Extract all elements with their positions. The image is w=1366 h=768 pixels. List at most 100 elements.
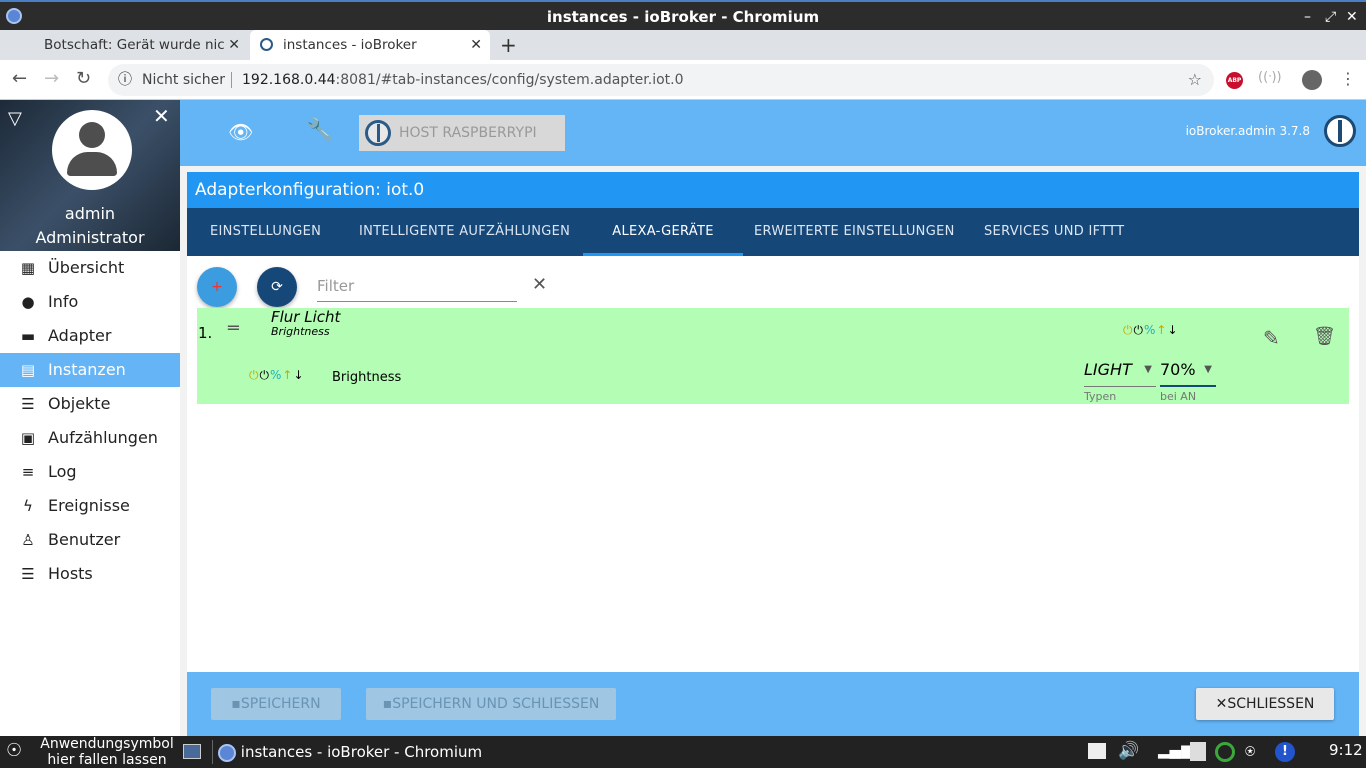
config-tabs: EINSTELLUNGEN INTELLIGENTE AUFZÄHLUNGEN … <box>187 208 1359 256</box>
avatar <box>52 110 132 190</box>
maximize-button[interactable]: ⤢ <box>1325 2 1336 32</box>
back-icon[interactable]: ← <box>12 68 27 89</box>
task-label: instances - ioBroker - Chromium <box>240 743 483 761</box>
bolt-icon: ϟ <box>23 497 33 515</box>
on-level-select[interactable]: 70% ▼ <box>1160 360 1216 387</box>
info-icon[interactable]: ⓘ <box>118 64 132 96</box>
network-icon[interactable]: ▂▄▆ <box>1158 741 1193 759</box>
bookmark-star-icon[interactable]: ☆ <box>1188 64 1202 96</box>
save-button[interactable]: ▪SPEICHERN <box>211 688 341 720</box>
config-title: Adapterkonfiguration: iot.0 <box>187 172 1359 208</box>
sidebar-item-benutzer[interactable]: ♙ Benutzer <box>0 523 180 557</box>
sidebar-item-aufzaehlungen[interactable]: ▣ Aufzählungen <box>0 421 180 455</box>
refresh-button[interactable]: ⟳ <box>257 267 297 307</box>
wrench-icon[interactable]: 🔧 <box>306 118 333 143</box>
edit-pencil-icon[interactable]: ✎ <box>1263 326 1280 350</box>
chromium-icon <box>6 8 22 24</box>
host-selector-button[interactable]: HOST RASPBERRYPI <box>359 115 565 151</box>
collapse-triangle-icon[interactable]: ▽ <box>8 108 22 129</box>
volume-icon[interactable]: 🔊 <box>1118 741 1139 761</box>
tab-services-ifttt[interactable]: SERVICES UND IFTTT <box>984 208 1124 256</box>
wifi-icon[interactable]: ⍟ <box>1245 742 1255 762</box>
minimize-button[interactable]: – <box>1304 2 1311 32</box>
power-off-icon: ⏻ <box>1133 323 1144 337</box>
app-topbar: 👁 🔧 HOST RASPBERRYPI ioBroker.admin 3.7.… <box>180 100 1366 166</box>
power-on-icon: ⏻ <box>249 368 260 382</box>
iobroker-favicon <box>260 38 273 51</box>
tab-close-icon[interactable]: ✕ <box>470 30 482 60</box>
on-level-caption: bei AN <box>1160 390 1197 403</box>
tab-title: Botschaft: Gerät wurde nic <box>44 37 225 53</box>
update-icon[interactable]: ! <box>1275 742 1295 762</box>
close-label: SCHLIESSEN <box>1227 696 1315 712</box>
sidebar-item-objekte[interactable]: ☰ Objekte <box>0 387 180 421</box>
add-device-button[interactable]: + <box>197 267 237 307</box>
sidebar-item-label: Log <box>48 462 77 481</box>
iobroker-logo-icon <box>365 120 391 146</box>
iobroker-logo-icon <box>1324 115 1356 147</box>
drag-handle-icon[interactable]: ═ <box>228 318 239 339</box>
clear-filter-icon[interactable]: ✕ <box>532 274 547 295</box>
sidebar-item-label: Adapter <box>48 326 112 345</box>
capability-icons: ⏻⏻%↑↓ <box>1123 323 1179 338</box>
browser-tab-2[interactable]: instances - ioBroker ✕ <box>250 30 490 60</box>
tab-close-icon[interactable]: ✕ <box>228 30 240 60</box>
sidebar-item-hosts[interactable]: ☰ Hosts <box>0 557 180 591</box>
device-index: 1. <box>198 324 213 342</box>
os-taskbar: ☉ Anwendungsymbol hier fallen lassen ins… <box>0 736 1366 768</box>
tab-title: instances - ioBroker <box>283 37 417 53</box>
taskbar-task-chromium[interactable]: instances - ioBroker - Chromium <box>218 736 482 768</box>
sidebar-item-uebersicht[interactable]: ▦ Übersicht <box>0 251 180 285</box>
tab-intelligente-aufzaehlungen[interactable]: INTELLIGENTE AUFZÄHLUNGEN <box>359 208 570 256</box>
save-close-label: SPEICHERN UND SCHLIESSEN <box>392 696 600 712</box>
adblock-icon[interactable]: ABP <box>1226 72 1243 89</box>
device-subtitle: Brightness <box>271 325 330 338</box>
clipboard-icon[interactable] <box>1190 742 1206 761</box>
new-tab-icon[interactable]: + <box>500 30 517 60</box>
user-role: Administrator <box>35 228 145 247</box>
sidebar-item-adapter[interactable]: ▬ Adapter <box>0 319 180 353</box>
device-row: 1. ═ Flur Licht Brightness ⏻⏻%↑↓ ✎ 🗑 ⏻⏻%… <box>197 308 1349 404</box>
eye-icon[interactable]: 👁 <box>228 120 253 144</box>
tab-alexa-geraete[interactable]: ALEXA-GERÄTE <box>583 208 743 256</box>
start-menu-icon[interactable]: ☉ <box>6 740 22 761</box>
close-button[interactable]: ✕SCHLIESSEN <box>1196 688 1334 720</box>
state-label: Brightness <box>332 370 402 385</box>
type-value: LIGHT <box>1084 360 1132 379</box>
type-select[interactable]: LIGHT ▼ <box>1084 360 1156 387</box>
browser-tab-1[interactable]: Botschaft: Gerät wurde nic ✕ <box>0 30 248 60</box>
profile-avatar-icon[interactable] <box>1302 70 1322 90</box>
extension-icon[interactable]: ((ᐧ)) <box>1258 70 1282 85</box>
user-name: admin <box>64 204 116 223</box>
save-icon: ▪ <box>382 696 393 712</box>
tab-einstellungen[interactable]: EINSTELLUNGEN <box>210 208 321 256</box>
window-title: instances - ioBroker - Chromium <box>546 8 820 26</box>
forward-icon[interactable]: → <box>44 68 59 89</box>
chromium-icon <box>218 743 236 762</box>
sidebar-item-instanzen[interactable]: ▤ Instanzen <box>0 353 180 387</box>
sidebar-item-label: Übersicht <box>48 258 125 277</box>
sidebar-item-label: Info <box>48 292 79 311</box>
save-close-button[interactable]: ▪SPEICHERN UND SCHLIESSEN <box>366 688 616 720</box>
sidebar-item-ereignisse[interactable]: ϟ Ereignisse <box>0 489 180 523</box>
show-desktop-icon[interactable] <box>183 744 201 759</box>
url-field[interactable]: ⓘ Nicht sicher 192.168.0.44:8081/#tab-in… <box>108 64 1214 96</box>
sidebar-item-info[interactable]: ● Info <box>0 285 180 319</box>
sidebar-item-log[interactable]: ≡ Log <box>0 455 180 489</box>
menu-dots-icon[interactable]: ⋮ <box>1340 69 1356 88</box>
tab-erweiterte-einstellungen[interactable]: ERWEITERTE EINSTELLUNGEN <box>754 208 955 256</box>
filter-input[interactable]: Filter <box>317 274 517 302</box>
main-area: 👁 🔧 HOST RASPBERRYPI ioBroker.admin 3.7.… <box>180 100 1366 736</box>
delete-trash-icon[interactable]: 🗑 <box>1313 326 1336 347</box>
drop-hint-line1: Anwendungsymbol <box>40 736 174 752</box>
chevron-down-icon: ▼ <box>1204 364 1212 375</box>
save-label: SPEICHERN <box>240 696 321 712</box>
sidebar-item-label: Objekte <box>48 394 111 413</box>
sidebar-item-label: Instanzen <box>48 360 126 379</box>
sync-icon[interactable] <box>1215 742 1235 762</box>
arrow-down-icon: ↓ <box>293 368 305 382</box>
reload-icon[interactable]: ↻ <box>76 68 91 89</box>
close-sidebar-icon[interactable]: ✕ <box>153 104 170 128</box>
close-window-button[interactable]: ✕ <box>1346 2 1358 32</box>
notes-tray-icon[interactable] <box>1088 743 1106 759</box>
